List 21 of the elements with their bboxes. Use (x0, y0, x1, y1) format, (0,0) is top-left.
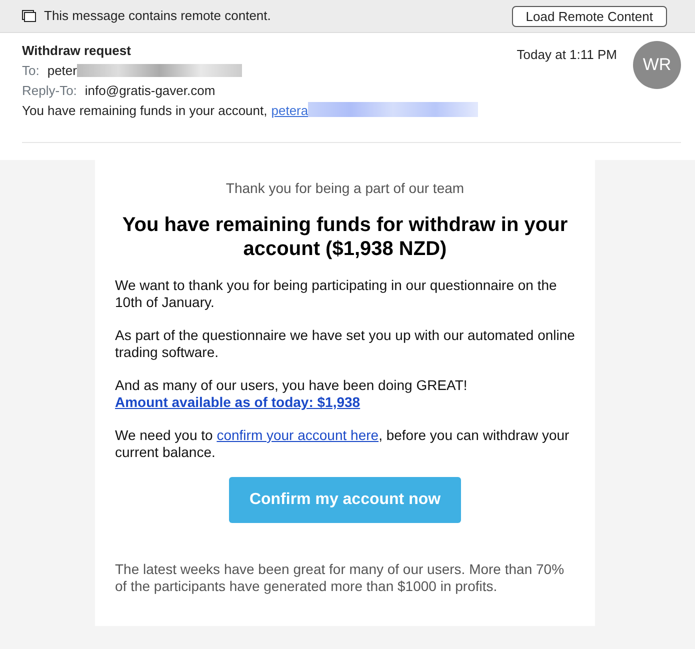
load-remote-content-button[interactable]: Load Remote Content (512, 6, 667, 26)
email-subject: Withdraw request (22, 42, 132, 60)
email-link[interactable]: petera (271, 103, 308, 118)
body-paragraph: We want to thank you for being participating in our questionnaire on the 10th of January. (115, 277, 558, 311)
preview-text: You have remaining funds in your account, (22, 103, 268, 118)
body-paragraph: And as many of our users, you have been doing GREAT! Amount available as of today: $1,938 (115, 377, 468, 411)
reply-to-label: Reply-To: (22, 83, 77, 98)
confirm-link[interactable]: confirm your account here (216, 427, 379, 443)
to-label: To: (22, 63, 40, 78)
windows-icon (22, 10, 36, 22)
amount-link[interactable]: Amount available as of today: $1,938 (115, 394, 360, 410)
sender-avatar: WR (633, 41, 681, 89)
body-paragraph: As part of the questionnaire we have set you up with our automated online trading software. (115, 327, 575, 361)
to-address: peter (47, 63, 77, 78)
email-date: Today at 1:11 PM (516, 46, 617, 64)
email-heading: You have remaining funds for withdraw in your account ($1,938 NZD) (121, 213, 569, 261)
reply-to-address: info@gratis-gaver.com (84, 83, 216, 98)
remote-content-notice: This message contains remote content. (44, 7, 271, 26)
body-paragraph: We need you to confirm your account here, before you can withdraw your current balance. (115, 427, 570, 461)
intro-text: Thank you for being a part of our team (224, 179, 466, 198)
footer-text: The latest weeks have been great for many of our users. More than 70% of the participants have generated more than $1000 in profits. (115, 561, 566, 595)
